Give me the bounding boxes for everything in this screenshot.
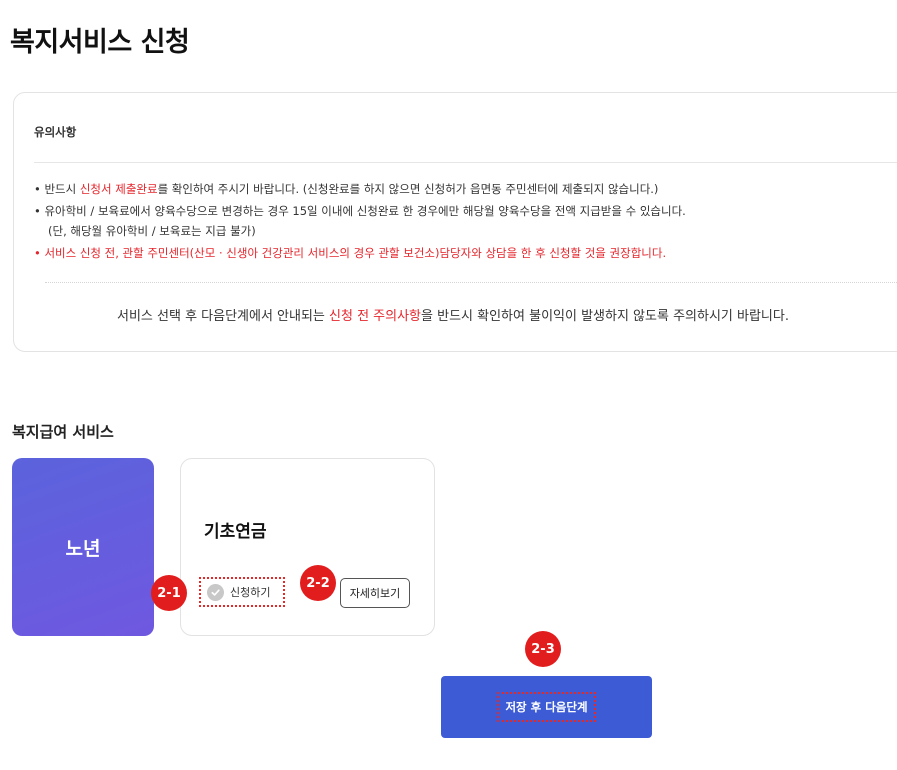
notice-footer-highlight: 신청 전 주의사항	[329, 309, 422, 324]
notice-divider	[34, 162, 897, 163]
section-title: 복지급여 서비스	[12, 423, 114, 441]
annotation-badge-2-1: 2-1	[151, 575, 187, 611]
notice-line-3: • 서비스 신청 전, 관할 주민센터(산모 · 신생아 건강관리 서비스의 경…	[34, 246, 667, 260]
notice-line-2: • 유아학비 / 보육료에서 양육수당으로 변경하는 경우 15일 이내에 신청…	[34, 204, 686, 218]
tile-senior[interactable]: 노년	[12, 458, 154, 636]
notice-line-2b: (단, 해당월 유아학비 / 보육료는 지급 불가)	[48, 224, 256, 238]
notice-line-1-prefix: • 반드시	[34, 182, 80, 196]
notice-dotted-divider	[45, 282, 897, 283]
annotation-badge-2-2: 2-2	[300, 565, 336, 601]
notice-title: 유의사항	[34, 125, 77, 139]
notice-footer-suffix: 을 반드시 확인하여 불이익이 발생하지 않도록 주의하시기 바랍니다.	[421, 309, 789, 324]
check-circle-icon	[207, 583, 224, 601]
notice-line-1-highlight: 신청서 제출완료	[79, 182, 158, 196]
tile-basic-pension	[180, 458, 435, 636]
annotation-badge-2-3: 2-3	[525, 631, 561, 667]
notice-footer: 서비스 선택 후 다음단계에서 안내되는 신청 전 주의사항을 반드시 확인하여…	[117, 305, 789, 324]
page-title: 복지서비스 신청	[10, 27, 190, 58]
tile-basic-pension-title: 기초연금	[204, 522, 267, 542]
notice-footer-prefix: 서비스 선택 후 다음단계에서 안내되는	[117, 309, 330, 324]
apply-label: 신청하기	[230, 586, 271, 599]
notice-line-1-suffix: 를 확인하여 주시기 바랍니다. (신청완료를 하지 않으면 신청허가 읍면동 …	[157, 182, 659, 196]
save-next-label: 저장 후 다음단계	[497, 692, 596, 722]
detail-button[interactable]: 자세히보기	[340, 578, 410, 608]
save-next-button[interactable]: 저장 후 다음단계	[441, 676, 652, 738]
tile-senior-label: 노년	[65, 537, 101, 560]
notice-line-1: • 반드시 신청서 제출완료를 확인하여 주시기 바랍니다. (신청완료를 하지…	[34, 181, 658, 197]
apply-checkbox[interactable]: 신청하기	[199, 577, 285, 607]
